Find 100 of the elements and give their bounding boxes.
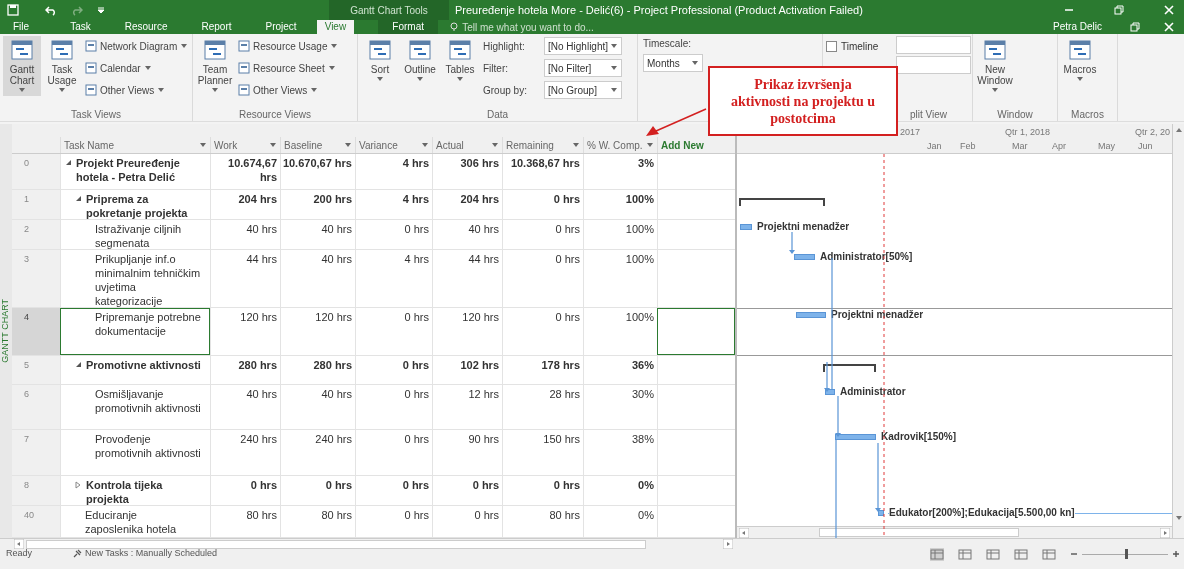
column-header[interactable]: Remaining xyxy=(502,137,583,153)
scroll-left-arrow-icon[interactable] xyxy=(14,539,24,549)
dropdown-field[interactable] xyxy=(896,56,971,74)
task-row[interactable]: 5 Promotivne aktivnosti 280 hrs 280 hrs 0 hrs 102 hrs 178 hrs 36% xyxy=(12,356,735,385)
scrollbar-thumb[interactable] xyxy=(819,528,1019,537)
table-cell: 100% xyxy=(625,253,654,265)
ribbon-small-button[interactable]: Calendar xyxy=(85,58,189,78)
scroll-left-arrow-icon[interactable] xyxy=(739,527,749,538)
task-row[interactable]: 4 Pripremanje potrebne dokumentacije 120 hrs 120 hrs 0 hrs 120 hrs 0 hrs 100% xyxy=(12,308,735,356)
scroll-right-arrow-icon[interactable] xyxy=(1160,527,1170,538)
task-row[interactable]: 7 Provođenje promotivnih aktivnosti 240 hrs 240 hrs 0 hrs 90 hrs 150 hrs 38% xyxy=(12,430,735,476)
team-planner-icon[interactable] xyxy=(986,547,1000,561)
scroll-down-arrow-icon[interactable] xyxy=(1173,514,1184,522)
save-icon[interactable] xyxy=(7,4,19,16)
dropdown-field[interactable]: [No Highlight] xyxy=(544,37,622,55)
task-row[interactable]: 2 Istraživanje ciljnih segmenata 40 hrs 40 hrs 0 hrs 40 hrs 0 hrs 100% xyxy=(12,220,735,250)
ribbon-small-button[interactable]: Other Views xyxy=(238,80,339,100)
task-row[interactable]: 1 Priprema za pokretanje projekta 204 hrs 200 hrs 4 hrs 204 hrs 0 hrs 100% xyxy=(12,190,735,220)
ribbon-large-button[interactable]: Task Usage xyxy=(43,36,81,96)
ribbon-tab[interactable]: View xyxy=(316,20,355,34)
ribbon-small-button[interactable]: Resource Sheet xyxy=(238,58,339,78)
redo-icon[interactable] xyxy=(71,4,83,16)
expand-arrow-icon[interactable] xyxy=(75,481,82,489)
scrollbar-thumb[interactable] xyxy=(26,539,646,549)
table-cell: 0 hrs xyxy=(250,479,277,491)
table-cell: 0 hrs xyxy=(555,223,580,235)
dropdown-field[interactable]: Months xyxy=(643,54,703,72)
task-name: Istraživanje ciljnih segmenata xyxy=(95,222,183,250)
scroll-up-arrow-icon[interactable] xyxy=(1173,126,1184,134)
column-header[interactable]: Baseline xyxy=(280,137,355,153)
table-cell: 44 hrs xyxy=(246,253,277,265)
ribbon-small-button[interactable]: Resource Usage xyxy=(238,36,339,56)
task-name: Kontrola tijeka projekta xyxy=(86,478,164,506)
caret-icon xyxy=(456,75,464,83)
ribbon-tab[interactable]: File xyxy=(5,20,38,34)
task-row[interactable]: 3 Prikupljanje inf.o minimalnim tehničkim uvjetima kategorizacije 44 hrs 40 hrs 4 hrs 44 hrs 0 hrs 100% xyxy=(12,250,735,308)
task-bar xyxy=(796,312,826,318)
ribbon-tab[interactable]: Resource xyxy=(116,20,176,34)
zoom-out-icon[interactable] xyxy=(1070,550,1078,558)
ribbon-tab[interactable]: Report xyxy=(193,20,240,34)
table-cell: 0 hrs xyxy=(472,479,499,491)
ribbon-large-button[interactable]: Sort xyxy=(361,36,399,85)
table-cell: 0 hrs xyxy=(555,311,580,323)
task-row[interactable]: 8 Kontrola tijeka projekta 0 hrs 0 hrs 0 hrs 0 hrs 0 hrs 0% xyxy=(12,476,735,506)
column-header[interactable]: Variance xyxy=(355,137,432,153)
column-header[interactable]: Work xyxy=(210,137,280,153)
tell-me-field[interactable]: Tell me what you want to do... xyxy=(450,20,643,34)
restore-icon[interactable] xyxy=(1114,5,1124,15)
ribbon-large-button[interactable]: New Window xyxy=(976,36,1014,96)
timescale-label: Jun xyxy=(1138,139,1153,153)
ribbon-large-button[interactable]: Outline xyxy=(401,36,439,85)
ribbon-large-button[interactable]: Tables xyxy=(441,36,479,85)
table-cell: 100% xyxy=(625,193,654,205)
close-icon[interactable] xyxy=(1164,22,1174,32)
collapse-arrow-icon[interactable] xyxy=(65,159,72,167)
ribbon-tab[interactable]: Project xyxy=(257,20,305,34)
column-header[interactable]: Actual xyxy=(432,137,502,153)
table-cell: 10.670,67 hrs xyxy=(282,157,352,169)
caret-icon xyxy=(199,141,207,149)
resource-sheet-icon[interactable] xyxy=(1014,547,1028,561)
column-header[interactable]: Task Name xyxy=(60,137,210,153)
timescale-label: Feb xyxy=(960,139,976,153)
ribbon-large-button[interactable]: Macros xyxy=(1061,36,1099,85)
close-icon[interactable] xyxy=(1164,5,1174,15)
slider-thumb[interactable] xyxy=(1125,548,1128,559)
row-id[interactable]: 4 xyxy=(12,308,60,355)
customize-toolbar-icon[interactable] xyxy=(97,6,105,14)
status-text[interactable]: New Tasks : Manually Scheduled xyxy=(85,547,217,561)
dropdown-field[interactable]: [No Filter] xyxy=(544,59,622,77)
dropdown-field[interactable] xyxy=(896,36,971,54)
table-cell: 306 hrs xyxy=(460,157,499,169)
table-cell: 4 hrs xyxy=(402,157,429,169)
ribbon-tab[interactable]: Task xyxy=(62,20,99,34)
table-cell: 0 hrs xyxy=(325,479,352,491)
ribbon-large-button[interactable]: Gantt Chart xyxy=(3,36,41,96)
timeline-checkbox[interactable]: Timeline xyxy=(826,36,971,56)
timescale-label: Qtr 1, 2018 xyxy=(1005,126,1051,139)
gantt-view-icon[interactable] xyxy=(930,547,944,561)
dropdown-field[interactable]: [No Group] xyxy=(544,81,622,99)
caret-icon xyxy=(58,86,66,94)
ribbon-large-button[interactable]: Team Planner xyxy=(196,36,234,96)
scroll-right-arrow-icon[interactable] xyxy=(723,539,733,549)
task-usage-icon[interactable] xyxy=(958,547,972,561)
field-label: Highlight: xyxy=(483,39,526,54)
collapse-arrow-icon[interactable] xyxy=(75,361,82,369)
collapse-arrow-icon[interactable] xyxy=(75,195,82,203)
undo-icon[interactable] xyxy=(45,4,57,16)
ribbon-small-button[interactable]: Other Views xyxy=(85,80,189,100)
zoom-in-icon[interactable] xyxy=(1172,550,1180,558)
ribbon-small-button[interactable]: Network Diagram xyxy=(85,36,189,56)
selected-cell[interactable] xyxy=(657,308,735,355)
restore-icon[interactable] xyxy=(1130,22,1140,32)
report-icon[interactable] xyxy=(1042,547,1056,561)
table-cell: 4 hrs xyxy=(402,193,429,205)
table-cell: 150 hrs xyxy=(543,433,580,445)
task-row[interactable]: 6 Osmišljavanje promotivnih aktivnosti 40 hrs 40 hrs 0 hrs 12 hrs 28 hrs 30% xyxy=(12,385,735,430)
checkbox[interactable] xyxy=(826,40,837,52)
task-row[interactable]: 0 Projekt Preuređenje hotela - Petra Delić 10.674,67 hrs 10.670,67 hrs 4 hrs 306 hrs 10.368,67 hrs 3% xyxy=(12,154,735,190)
column-header[interactable]: % W. Comp. xyxy=(583,137,657,153)
ribbon-tab[interactable]: Format xyxy=(378,20,439,34)
